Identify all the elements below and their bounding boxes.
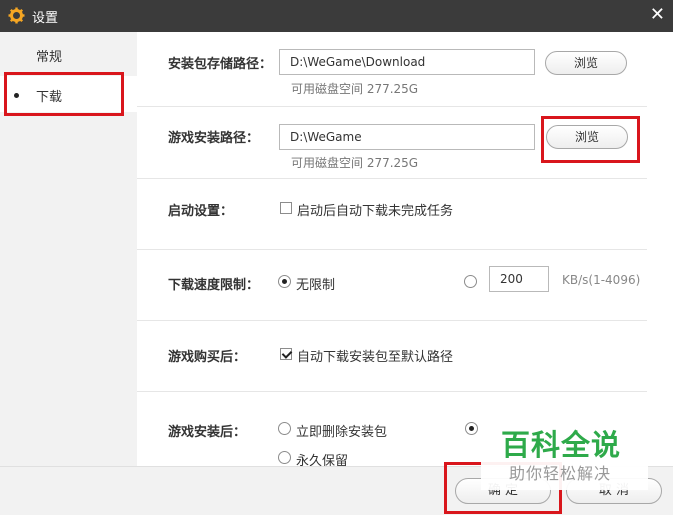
speed-limit-input[interactable]: 200 [489,266,549,292]
after-install-label: 游戏安装后： [168,425,247,440]
watermark: 百科全说 助你轻松解决 [481,410,648,490]
scrollbar[interactable] [650,32,673,466]
settings-panel: 安装包存储路径： D:\WeGame\Download 浏览 可用磁盘空间 27… [137,32,673,466]
sidebar-item-general[interactable]: 常规 [0,36,137,72]
startup-option-label[interactable]: 启动后自动下载未完成任务 [297,200,453,219]
keep-forever-label[interactable]: 永久保留 [296,450,348,466]
startup-row: 启动设置： 启动后自动下载未完成任务 [137,179,647,250]
sidebar-item-label: 下载 [36,90,63,105]
startup-label: 启动设置： [168,204,234,219]
keep-forever-radio[interactable] [278,451,291,464]
after-install-radio-2[interactable] [465,422,478,435]
speed-unit: KB/s(1-4096) [562,273,641,287]
after-purchase-row: 游戏购买后： 自动下载安装包至默认路径 [137,321,647,392]
watermark-subtitle: 助你轻松解决 [509,464,612,483]
limit-radio[interactable] [464,275,477,288]
active-dot-icon [14,93,19,98]
startup-checkbox[interactable] [280,202,292,214]
package-path-browse-button[interactable]: 浏览 [545,51,627,75]
title-bar: 设置 ✕ [0,0,673,32]
unlimited-radio[interactable] [278,275,291,288]
install-path-input[interactable]: D:\WeGame [279,124,535,150]
unlimited-label[interactable]: 无限制 [296,274,335,293]
after-purchase-label: 游戏购买后： [168,350,247,365]
speed-limit-label: 下载速度限制： [168,278,260,293]
install-path-row: 游戏安装路径： D:\WeGame 浏览 可用磁盘空间 277.25G [137,107,647,179]
watermark-title: 百科全说 [501,428,622,462]
speed-limit-row: 下载速度限制： 无限制 200 KB/s(1-4096) [137,250,647,321]
install-free-space: 可用磁盘空间 277.25G [291,156,419,170]
package-path-row: 安装包存储路径： D:\WeGame\Download 浏览 可用磁盘空间 27… [137,32,647,107]
install-path-browse-button[interactable]: 浏览 [546,125,628,149]
sidebar-item-label: 常规 [36,50,63,65]
delete-package-radio[interactable] [278,422,291,435]
close-icon[interactable]: ✕ [650,4,665,25]
sidebar: 常规 下载 [0,32,137,514]
after-purchase-option-label[interactable]: 自动下载安装包至默认路径 [297,346,453,365]
package-path-label: 安装包存储路径： [168,57,273,72]
delete-package-label[interactable]: 立即删除安装包 [296,421,387,440]
gear-icon [8,7,25,24]
after-purchase-checkbox[interactable] [280,348,292,360]
package-path-input[interactable]: D:\WeGame\Download [279,49,535,75]
install-path-label: 游戏安装路径： [168,131,260,146]
window-title: 设置 [32,11,59,26]
package-free-space: 可用磁盘空间 277.25G [291,82,419,96]
sidebar-item-download[interactable]: 下载 [0,76,137,112]
